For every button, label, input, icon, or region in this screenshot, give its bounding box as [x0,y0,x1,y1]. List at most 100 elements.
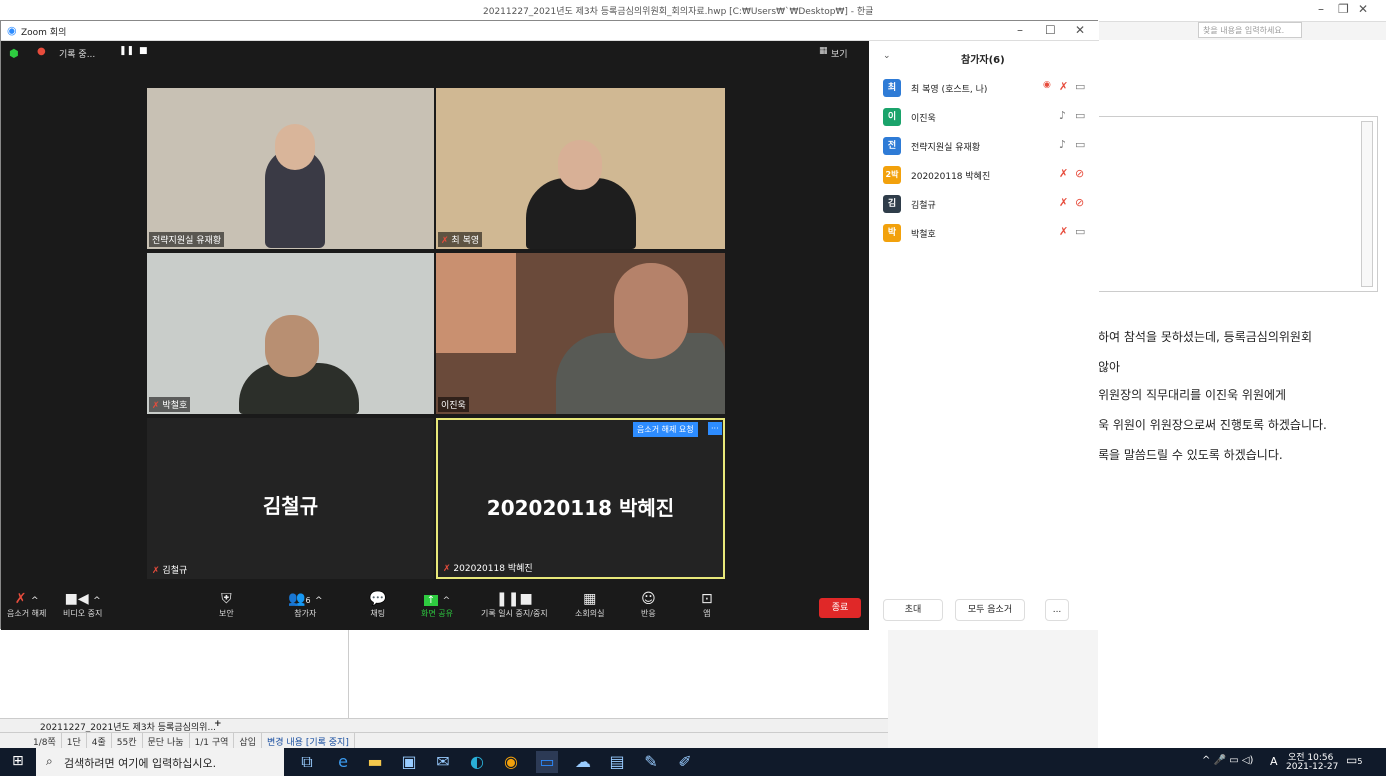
muted-mic-icon: ✗ [152,401,160,411]
participant-row[interactable]: 전 전략지원실 유재황 ♪ ▭ [883,135,1093,157]
taskbar-search-input[interactable]: ⌕ 검색하려면 여기에 입력하십시오. [36,748,284,776]
column-divider [348,628,349,718]
video-camera-icon: ■◀ ^ [64,591,101,607]
shield-icon: ⛨ [221,591,232,607]
input-language[interactable]: A [1270,755,1278,768]
close-icon[interactable]: ✕ [1358,2,1368,16]
chat-bubble-icon: 💬 [369,591,387,607]
clock-date[interactable]: 2021-12-27 [1286,762,1338,772]
browser-icon[interactable]: ◐ [466,751,488,773]
app-icon[interactable]: ☁ [572,751,594,773]
chrome-icon[interactable]: ◉ [500,751,522,773]
collapse-chevron-icon[interactable]: ⌄ [883,51,891,61]
paint-icon[interactable]: ✐ [674,751,696,773]
doc-line: 않아 [1098,360,1121,374]
smiley-icon: ☺ [641,591,656,607]
hwp-app-icon[interactable]: ▤ [606,751,628,773]
recording-dot-icon: ● [37,46,46,57]
video-tile[interactable]: ✗ 박철호 [147,253,434,414]
tray-icons[interactable]: ^ 🎤 ▭ ◁) [1202,755,1253,766]
participant-row[interactable]: 2박 202020118 박혜진 ✗ ⊘ [883,164,1093,186]
store-icon[interactable]: ▣ [398,751,420,773]
participants-panel: ⌄ 참가자(6) 최 최 복영 (호스트, 나) ◉ ✗ ▭ 이 이진욱 ♪ ▭… [869,41,1099,630]
file-explorer-icon[interactable]: ▬ [364,751,386,773]
stop-recording-icon[interactable]: ■ [139,46,148,56]
zoom-app-icon[interactable]: ▭ [536,751,558,773]
avatar: 전 [883,137,901,155]
end-meeting-button[interactable]: 종료 [819,598,861,618]
unmute-request-button[interactable]: 음소거 해제 요청 [633,422,698,437]
muted-mic-icon: ✗ ^ [14,591,39,607]
minimize-icon[interactable]: – [1318,2,1324,16]
notepad-icon[interactable]: ✎ [640,751,662,773]
muted-mic-icon: ✗ [441,236,449,246]
view-button[interactable]: 보기 [831,47,848,60]
stop-video-button[interactable]: ■◀ ^ 비디오 중지 [63,586,102,619]
share-screen-icon: ↑ ^ [421,586,453,608]
add-tab-button[interactable]: + [214,719,222,729]
breakout-rooms-button[interactable]: ▦ 소회의실 [575,586,604,619]
grid-view-icon[interactable]: ▦ [819,46,828,56]
encryption-shield-icon[interactable]: ⬢ [9,47,19,60]
doc-line: 위원장의 직무대리를 이진욱 위원에게 [1098,388,1287,402]
participant-face [265,315,319,377]
hwp-search-input[interactable]: 찾을 내용을 입력하세요. [1198,22,1302,38]
mic-icon: ♪ [1059,138,1067,151]
tile-more-button[interactable]: ··· [708,422,722,435]
mute-all-button[interactable]: 모두 음소거 [955,599,1025,621]
task-view-icon[interactable]: ⧉ [296,751,318,773]
zoom-title-bar: ◉ Zoom 회의 – ☐ ✕ [1,21,1099,41]
invite-button[interactable]: 초대 [883,599,943,621]
participant-row[interactable]: 최 최 복영 (호스트, 나) ◉ ✗ ▭ [883,77,1093,99]
reactions-button[interactable]: ☺ 반응 [641,586,656,619]
apps-icon: ⊡ [701,591,713,607]
more-options-button[interactable]: ... [1045,599,1069,621]
scrollbar[interactable] [1361,121,1373,287]
muted-mic-icon: ✗ [1059,196,1069,209]
zoom-logo-icon: ◉ [7,24,17,37]
avatar: 최 [883,79,901,97]
mail-icon[interactable]: ✉ [432,751,454,773]
apps-button[interactable]: ⊡ 앱 [701,586,713,619]
muted-mic-icon: ✗ [1059,167,1069,180]
participant-row[interactable]: 김 김철규 ✗ ⊘ [883,193,1093,215]
pause-stop-recording-button[interactable]: ❚❚■ 기록 일시 중지/중지 [481,586,548,619]
video-tile[interactable]: ✗ 최 복영 [436,88,725,249]
status-bar: 1/8쪽 1단 4줄 55칸 문단 나눔 1/1 구역 삽입 변경 내용 [기록 중지] [0,732,888,750]
document-page [0,628,888,720]
video-tile[interactable]: 전략지원실 유재황 [147,88,434,249]
participant-row[interactable]: 박 박철호 ✗ ▭ [883,222,1093,244]
zoom-window-title: Zoom 회의 [21,28,67,38]
participant-name: 이진욱 [911,114,936,124]
unmute-button[interactable]: ✗ ^ 음소거 해제 [7,586,46,619]
pause-recording-icon[interactable]: ❚❚ [119,46,134,56]
video-gallery: ⬢ ● 기록 중... ❚❚ ■ ▦ 보기 전략지원실 유재황 ✗ 최 복영 ✗… [1,41,869,630]
edge-browser-icon[interactable]: e [332,751,354,773]
video-tile-active-speaker[interactable]: 음소거 해제 요청 ··· 202020118 박혜진 ✗ 202020118 … [436,418,725,579]
muted-mic-icon: ✗ [152,566,160,576]
chat-button[interactable]: 💬 채팅 [369,586,386,619]
close-icon[interactable]: ✕ [1075,23,1085,37]
video-camera-icon: ▭ [1075,225,1086,238]
restore-icon[interactable]: ❐ [1338,2,1349,16]
meeting-toolbar: ✗ ^ 음소거 해제 ■◀ ^ 비디오 중지 ⛨ 보안 👥6 ^ 참가자 💬 채팅 ↑ ^… [1,586,869,630]
video-tile[interactable]: 이진욱 [436,253,725,414]
security-button[interactable]: ⛨ 보안 [219,586,234,619]
participants-icon: 👥6 ^ [288,591,323,607]
share-screen-button[interactable]: ↑ ^ 화면 공유 [421,586,453,619]
muted-mic-icon: ✗ [443,564,451,574]
notification-icon[interactable]: ▭5 [1346,753,1362,767]
muted-mic-icon: ✗ [1059,80,1069,93]
participant-name: 최 복영 (호스트, 나) [911,85,988,95]
minimize-icon[interactable]: – [1017,23,1023,37]
participant-row[interactable]: 이 이진욱 ♪ ▭ [883,106,1093,128]
video-tile[interactable]: 김철규 ✗ 김철규 [147,418,434,579]
participants-button[interactable]: 👥6 ^ 참가자 [288,586,323,619]
mic-icon: ♪ [1059,109,1067,122]
video-camera-icon: ▭ [1075,138,1086,151]
windows-start-icon[interactable]: ⊞ [12,753,24,769]
participant-display-name: 202020118 박혜진 [486,496,675,520]
recording-dot-icon: ◉ [1043,80,1051,90]
maximize-icon[interactable]: ☐ [1045,23,1056,37]
pause-stop-icon: ❚❚■ [495,591,533,607]
